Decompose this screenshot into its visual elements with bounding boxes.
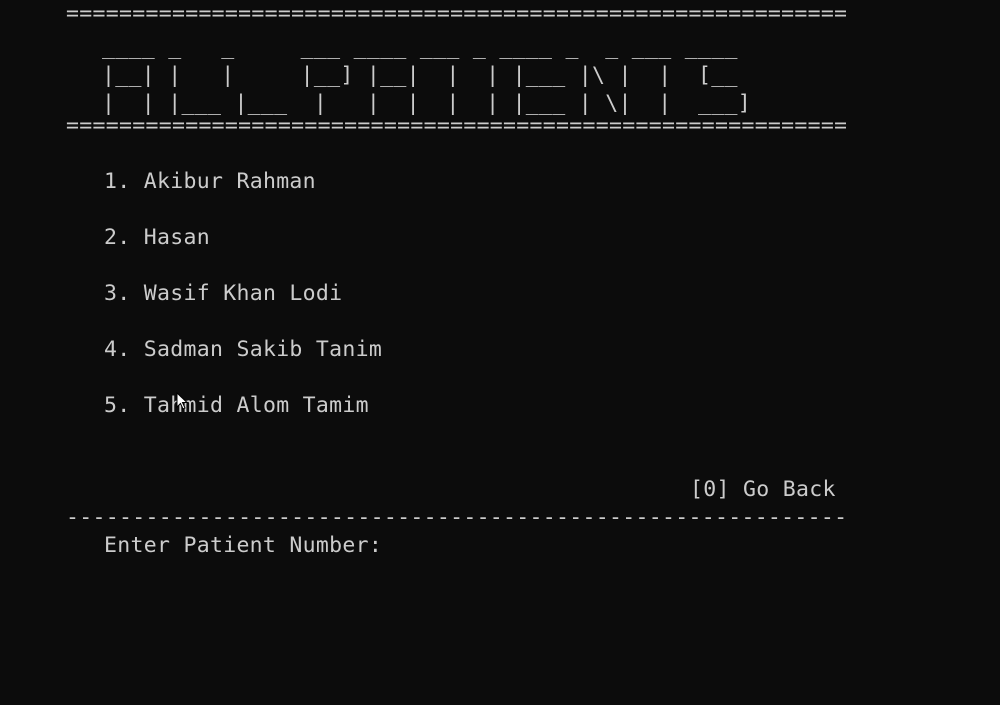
patient-number: 1. <box>104 169 131 194</box>
top-separator: ========================================… <box>66 1 846 26</box>
patient-list-item[interactable]: 1. Akibur Rahman <box>104 168 316 196</box>
patient-number: 2. <box>104 225 131 250</box>
patient-number: 3. <box>104 281 131 306</box>
patient-list-item[interactable]: 3. Wasif Khan Lodi <box>104 280 342 308</box>
go-back-option[interactable]: [0] Go Back <box>690 476 836 504</box>
patient-number: 5. <box>104 393 131 418</box>
banner-all-patients: ____ _ _ ___ ____ ___ _ ____ _ _ ___ ___… <box>102 34 751 118</box>
patient-list-item[interactable]: 5. Tahmid Alom Tamim <box>104 392 369 420</box>
banner-line: ____ _ _ ___ ____ ___ _ ____ _ _ ___ ___… <box>102 35 738 60</box>
patient-name: Hasan <box>143 225 210 250</box>
banner-line: |__| | | |__] |__| | | |___ |\ | | [__ <box>102 63 751 88</box>
patient-number: 4. <box>104 337 131 362</box>
bottom-separator: ----------------------------------------… <box>66 505 846 530</box>
banner-bottom-separator: ========================================… <box>66 113 846 138</box>
patient-list-item[interactable]: 4. Sadman Sakib Tanim <box>104 336 382 364</box>
patient-list-item[interactable]: 2. Hasan <box>104 224 210 252</box>
console-window: ========================================… <box>0 0 1000 705</box>
patient-name: Wasif Khan Lodi <box>143 281 343 306</box>
mouse-pointer-icon <box>176 392 188 410</box>
patient-number-prompt[interactable]: Enter Patient Number: <box>104 532 382 560</box>
patient-name: Sadman Sakib Tanim <box>143 337 383 362</box>
patient-name: Akibur Rahman <box>143 169 316 194</box>
